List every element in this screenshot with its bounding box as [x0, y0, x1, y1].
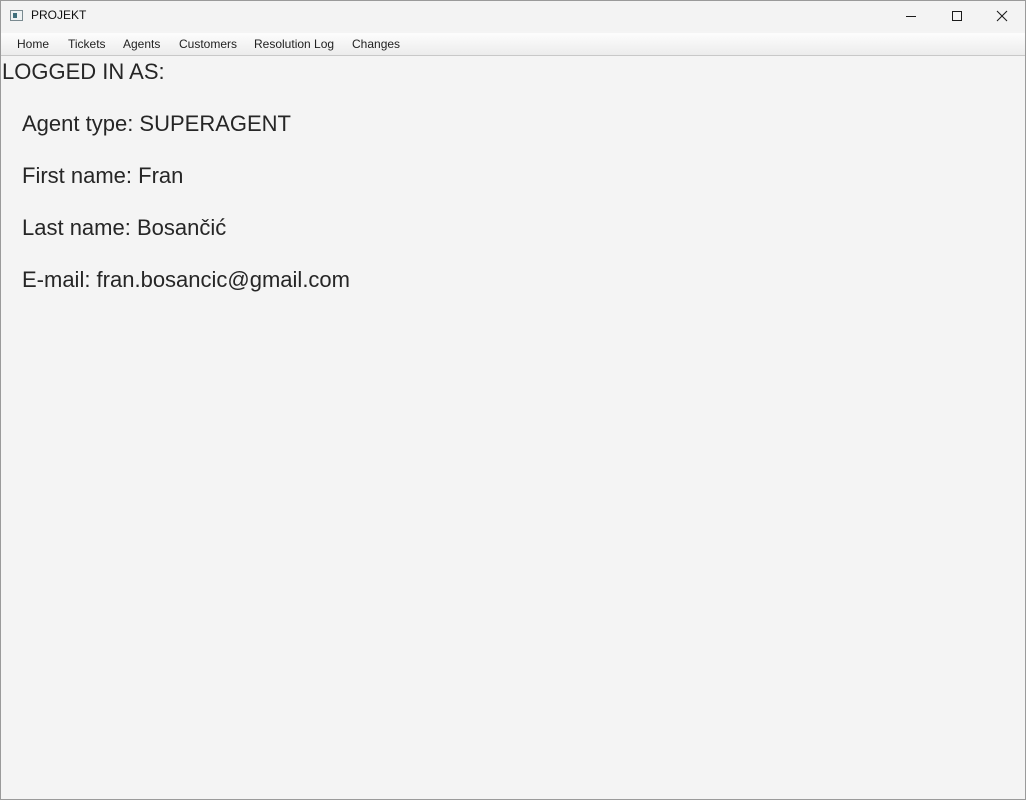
minimize-button[interactable] — [888, 1, 934, 31]
last-name-label: Last name: Bosančić — [22, 215, 227, 240]
menu-item-resolution-log[interactable]: Resolution Log — [254, 37, 334, 51]
application-window: PROJEKT Home Tickets Agents Customers Re… — [0, 0, 1026, 800]
maximize-icon — [952, 11, 962, 21]
title-bar[interactable]: PROJEKT — [1, 1, 1025, 31]
maximize-button[interactable] — [934, 1, 980, 31]
window-title: PROJEKT — [31, 8, 87, 22]
menu-item-agents[interactable]: Agents — [123, 37, 160, 51]
close-icon — [996, 10, 1008, 22]
menu-item-tickets[interactable]: Tickets — [68, 37, 106, 51]
email-label: E-mail: fran.bosancic@gmail.com — [22, 267, 350, 292]
menu-item-customers[interactable]: Customers — [179, 37, 237, 51]
menu-item-home[interactable]: Home — [17, 37, 49, 51]
main-content: LOGGED IN AS: Agent type: SUPERAGENT Fir… — [1, 56, 1025, 799]
close-button[interactable] — [979, 1, 1025, 31]
logged-in-heading: LOGGED IN AS: — [2, 59, 165, 84]
agent-type-label: Agent type: SUPERAGENT — [22, 111, 291, 136]
app-window-icon — [10, 10, 23, 21]
minimize-icon — [906, 16, 916, 17]
first-name-label: First name: Fran — [22, 163, 184, 188]
menu-item-changes[interactable]: Changes — [352, 37, 400, 51]
menu-bar: Home Tickets Agents Customers Resolution… — [1, 33, 1025, 56]
